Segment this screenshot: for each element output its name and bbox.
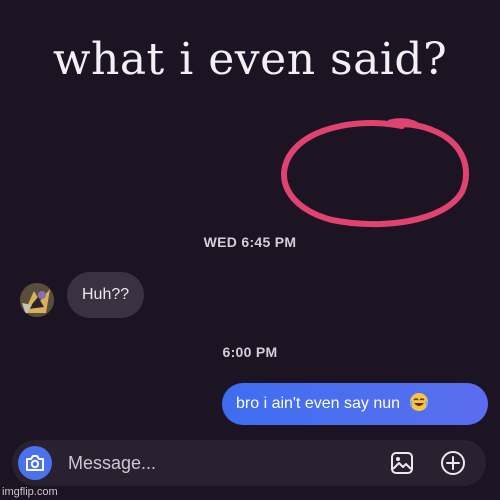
red-circle-annotation (281, 118, 469, 228)
timestamp-wed: WED 6:45 PM (203, 234, 297, 250)
incoming-message-text: Huh?? (82, 286, 130, 303)
message-composer (12, 440, 486, 486)
crying-laughing-emoji-icon (409, 393, 428, 412)
message-input[interactable] (68, 440, 368, 486)
camera-icon (26, 455, 44, 471)
camera-button[interactable] (18, 446, 52, 480)
watermark: imgflip.com (2, 486, 58, 498)
chat-screen: what i even said? WED 6:45 PM Huh?? 6:00… (0, 0, 500, 500)
add-button[interactable] (440, 450, 466, 476)
timestamp-6pm: 6:00 PM (222, 344, 278, 360)
incoming-message-bubble[interactable]: Huh?? (67, 272, 145, 318)
avatar[interactable] (20, 283, 54, 317)
avatar-illustration-icon (20, 283, 54, 317)
gallery-icon (391, 452, 413, 474)
meme-caption: what i even said? (52, 34, 448, 85)
outgoing-message-bubble[interactable]: bro i ain't even say nun (222, 383, 488, 425)
gallery-button[interactable] (390, 451, 414, 475)
add-icon (441, 451, 465, 475)
outgoing-message-text: bro i ain't even say nun (236, 395, 401, 412)
